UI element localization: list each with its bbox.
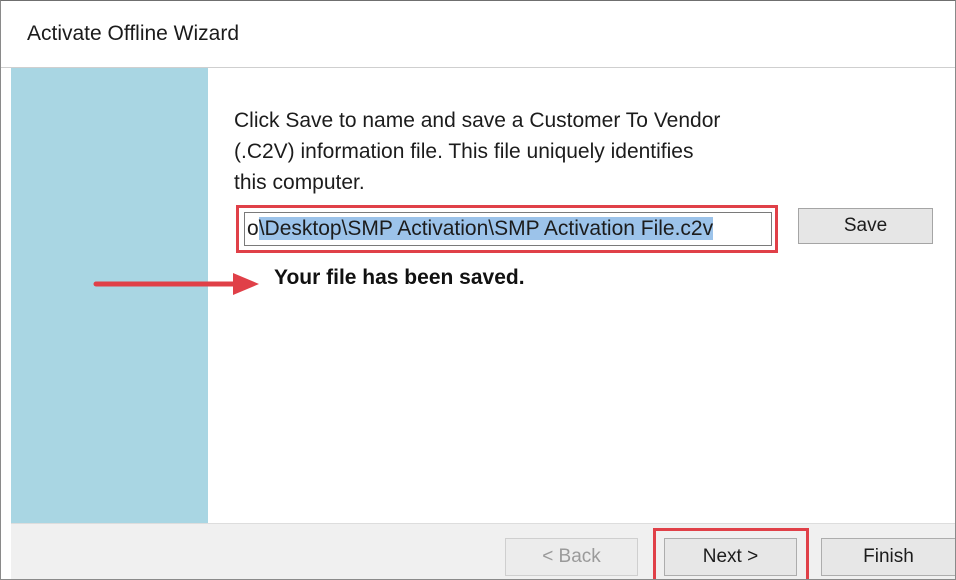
instructions-line-2: (.C2V) information file. This file uniqu… [234,140,694,163]
back-button[interactable]: < Back [505,538,638,576]
status-message: Your file has been saved. [274,266,525,289]
arrow-right-icon [93,273,259,295]
instructions-line-1: Click Save to name and save a Customer T… [234,109,721,132]
instructions-line-3: this computer. [234,171,365,194]
wizard-content: Click Save to name and save a Customer T… [208,68,955,523]
instructions-text: Click Save to name and save a Customer T… [234,105,794,198]
save-button[interactable]: Save [798,208,933,244]
next-button[interactable]: Next > [664,538,797,576]
window-title: Activate Offline Wizard [27,22,240,45]
file-path-leading-text: o [247,217,259,240]
file-path-selected-text: \Desktop\SMP Activation\SMP Activation F… [258,217,714,240]
wizard-footer: < Back Next > Finish [11,523,955,579]
wizard-window: Activate Offline Wizard Click Save to na… [0,0,956,580]
file-path-input[interactable]: o\Desktop\SMP Activation\SMP Activation … [244,212,772,246]
title-bar: Activate Offline Wizard [1,1,955,67]
finish-button[interactable]: Finish [821,538,955,576]
